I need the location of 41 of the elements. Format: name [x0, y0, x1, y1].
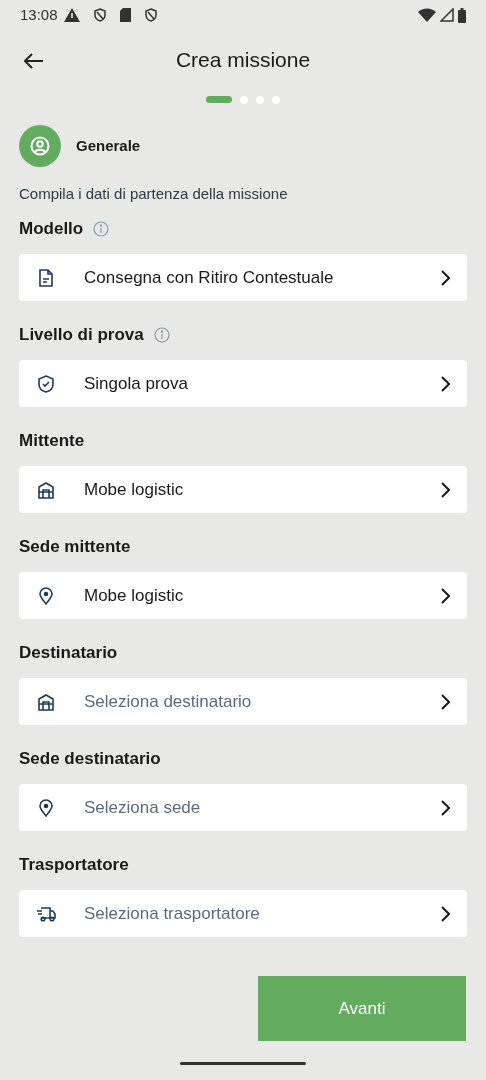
status-time: 13:08 — [20, 4, 58, 25]
select-field[interactable]: Mobe logistic — [19, 572, 467, 619]
shield-icon — [144, 8, 157, 22]
location-pin-icon — [39, 798, 53, 817]
select-field[interactable]: Consegna con Ritiro Contestuale — [19, 254, 467, 301]
chevron-right-icon — [440, 693, 450, 710]
field-label: Sede destinatario — [19, 748, 161, 771]
select-field[interactable]: Seleziona trasportatore — [19, 890, 467, 937]
building-icon — [38, 692, 54, 711]
wifi-icon — [418, 8, 436, 22]
back-arrow-icon — [24, 53, 44, 69]
location-pin-icon — [39, 586, 53, 605]
field-label: Livello di prova — [19, 324, 144, 347]
field-label: Mittente — [19, 430, 85, 453]
select-field[interactable]: Mobe logistic — [19, 466, 467, 513]
select-field[interactable]: Singola prova — [19, 360, 467, 407]
signal-icon — [440, 8, 454, 22]
field-label: Modello — [19, 218, 84, 241]
document-icon — [38, 268, 54, 287]
select-field[interactable]: Seleziona sede — [19, 784, 467, 831]
chevron-right-icon — [440, 375, 450, 392]
chevron-right-icon — [440, 269, 450, 286]
field-label: Sede mittente — [19, 536, 131, 559]
chevron-right-icon — [440, 587, 450, 604]
select-field[interactable]: Seleziona destinatario — [19, 678, 467, 725]
screen-title: Crea missione — [175, 47, 311, 74]
building-icon — [38, 480, 54, 499]
chevron-right-icon — [440, 481, 450, 498]
battery-icon — [458, 7, 466, 23]
field-label: Trasportatore — [19, 854, 129, 877]
sd-card-icon — [119, 8, 131, 22]
user-circle-icon — [30, 136, 50, 156]
chevron-right-icon — [440, 799, 450, 816]
shield-icon — [93, 8, 106, 22]
chevron-right-icon — [440, 905, 450, 922]
form-description: Compila i dati di partenza della missione — [18, 184, 289, 204]
shield-check-icon — [37, 374, 55, 393]
warning-icon — [63, 8, 80, 22]
truck-icon — [36, 905, 56, 922]
field-label: Destinatario — [19, 642, 118, 665]
step-title: Generale — [76, 135, 141, 156]
